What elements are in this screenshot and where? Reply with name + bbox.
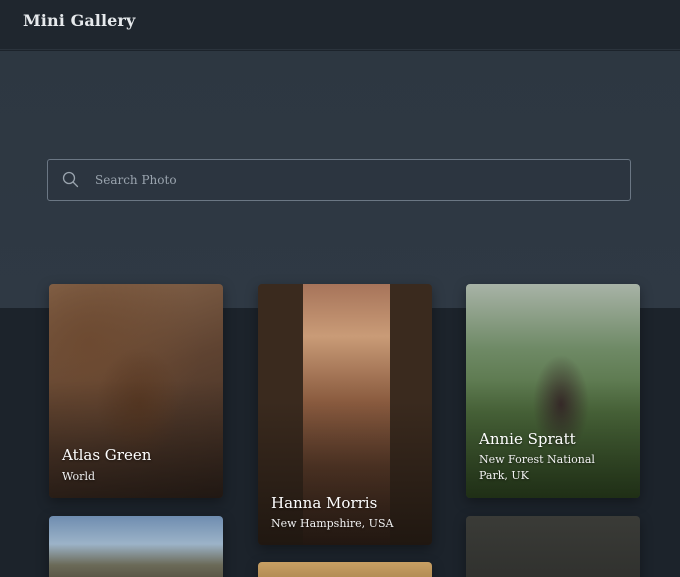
photo-author: Hanna Morris xyxy=(271,494,378,512)
photo-card[interactable] xyxy=(49,516,223,577)
search-input[interactable] xyxy=(95,160,625,200)
photo-author: Annie Spratt xyxy=(479,430,576,448)
photo-location: New Hampshire, USA xyxy=(271,517,394,530)
top-navbar: Mini Gallery xyxy=(0,0,680,50)
photo-location: New Forest National Park, UK xyxy=(479,453,595,482)
photo-author: Atlas Green xyxy=(62,446,152,464)
search-icon xyxy=(61,170,81,190)
photo-card[interactable] xyxy=(466,516,640,577)
photo-card[interactable] xyxy=(258,562,432,577)
photo-card[interactable]: Annie Spratt New Forest National Park, U… xyxy=(466,284,640,498)
search-bar[interactable] xyxy=(47,159,631,201)
photo-card[interactable]: Atlas Green World xyxy=(49,284,223,498)
photo-card[interactable]: Hanna Morris New Hampshire, USA xyxy=(258,284,432,545)
photo-location: World xyxy=(62,470,95,483)
app-title[interactable]: Mini Gallery xyxy=(23,11,135,30)
